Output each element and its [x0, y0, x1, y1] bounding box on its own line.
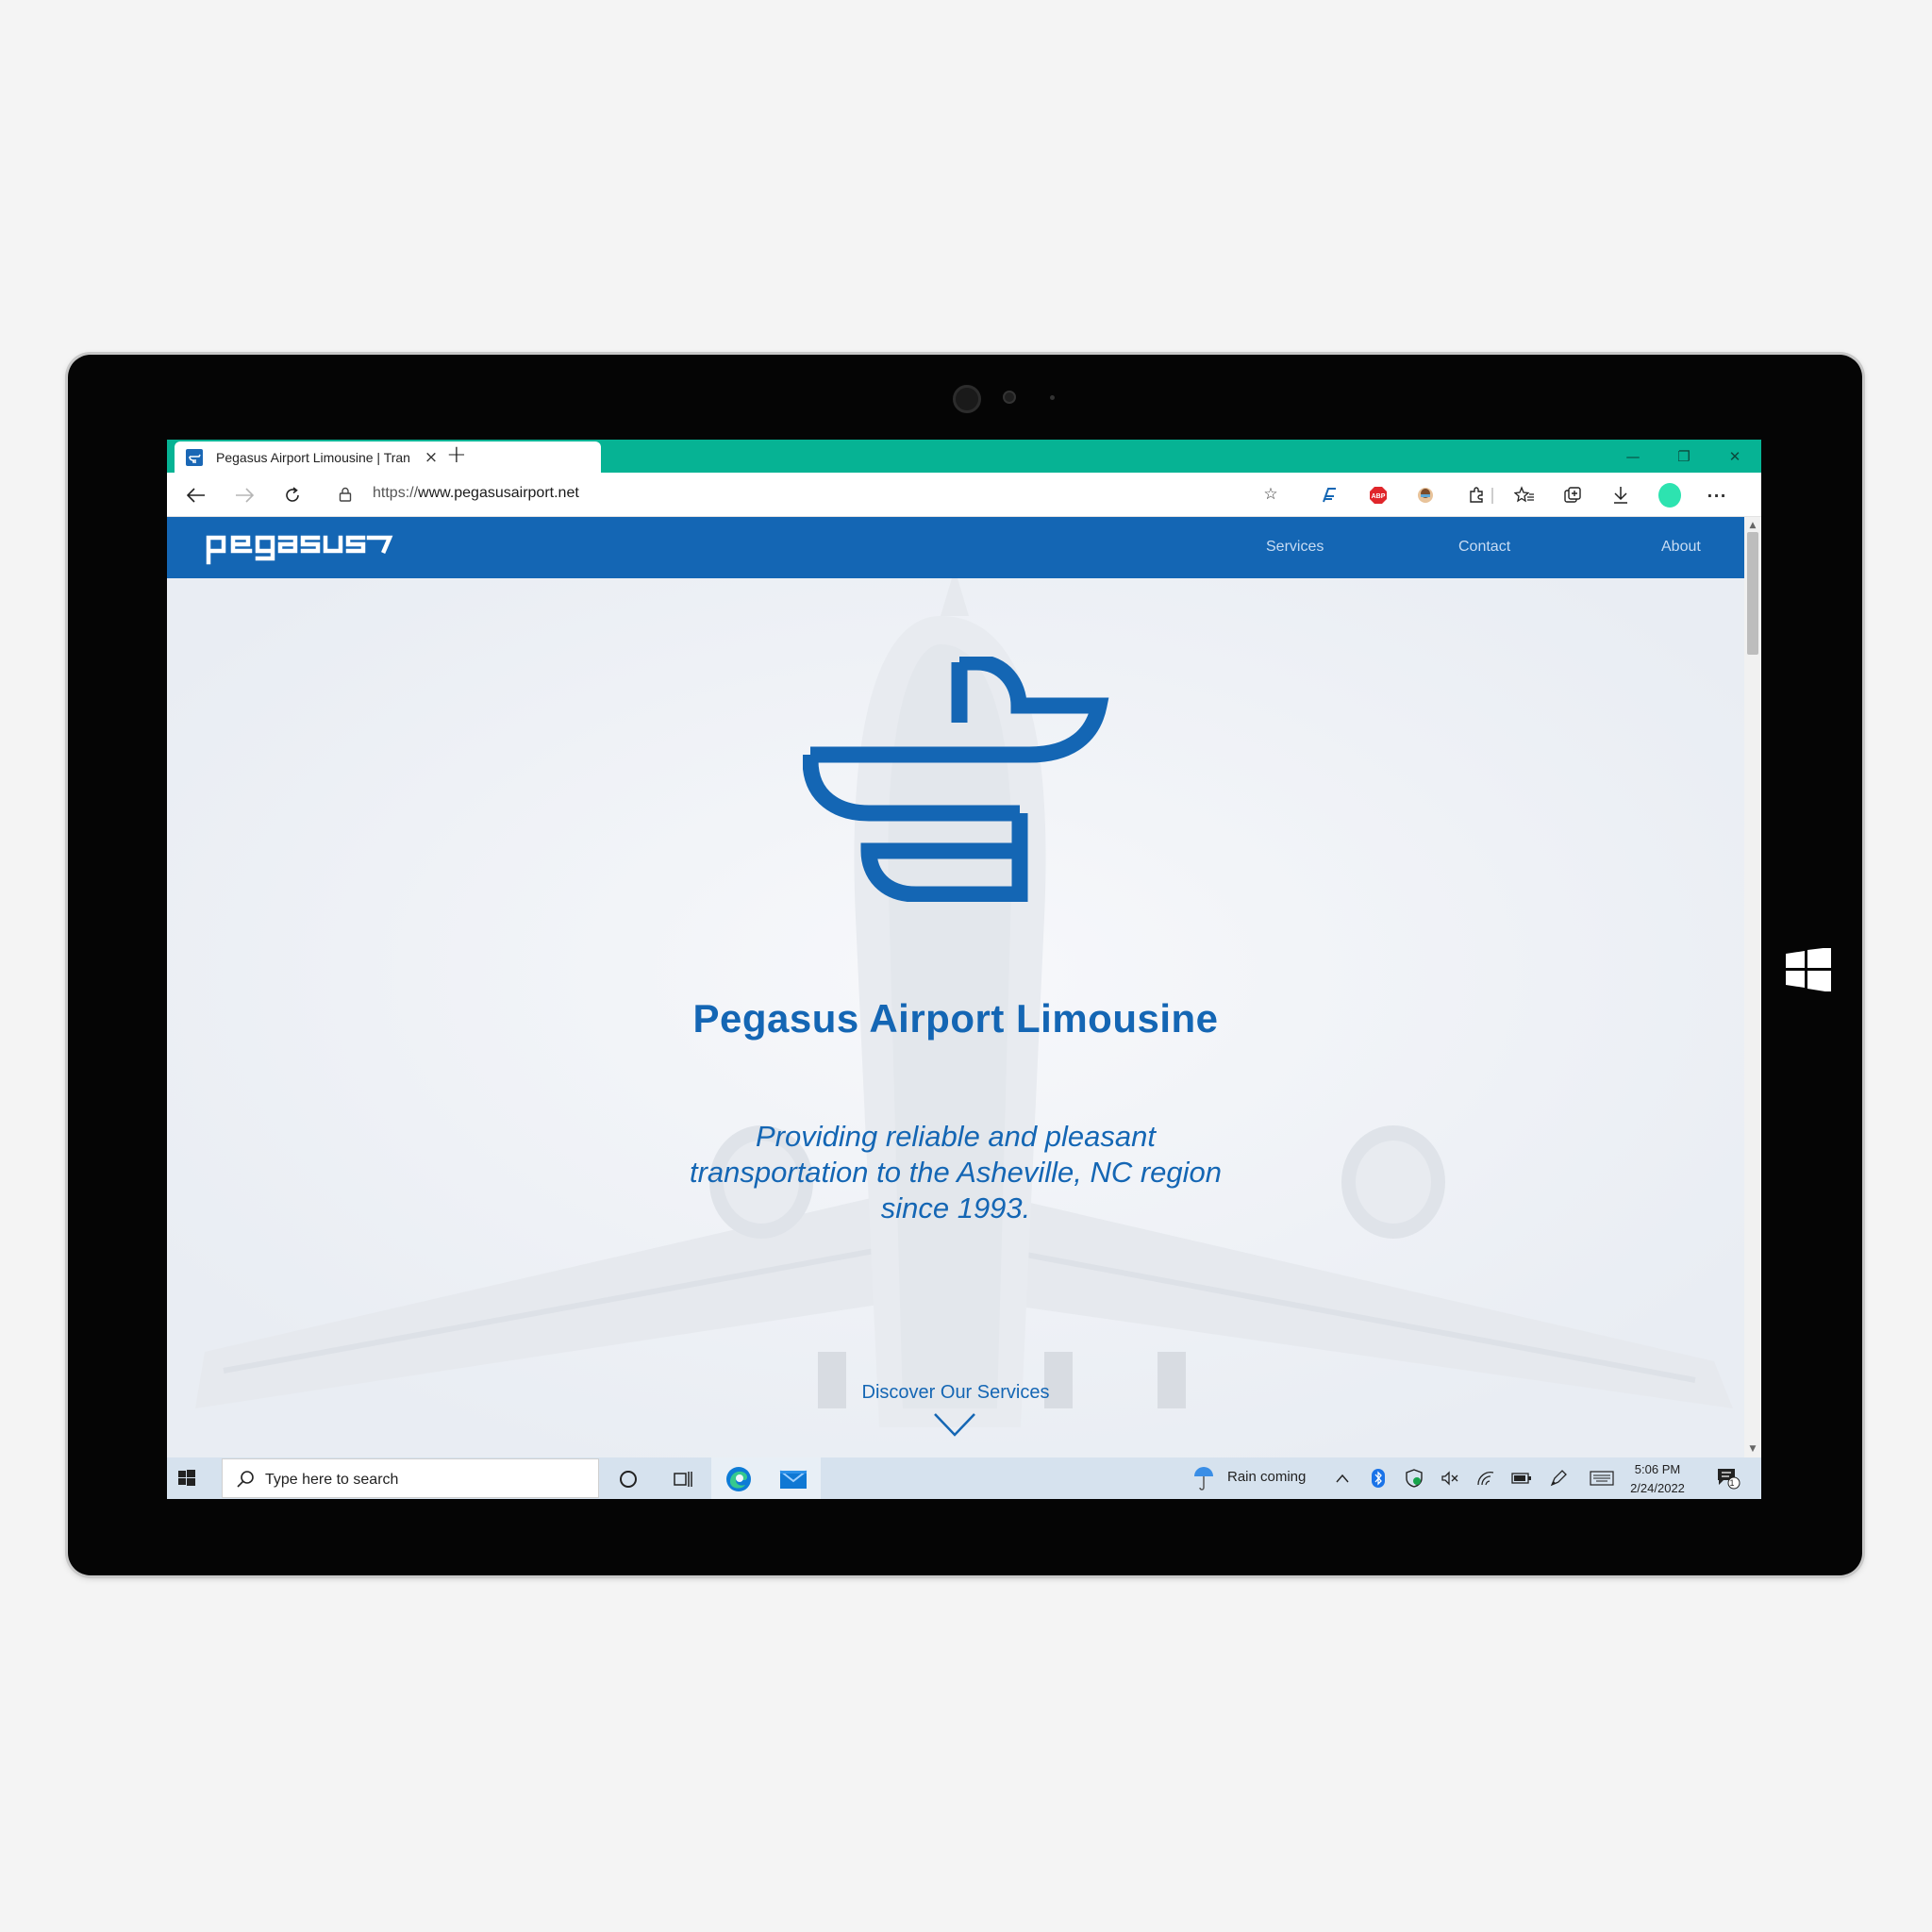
nav-link-about[interactable]: About [1661, 539, 1701, 556]
camera-icon [953, 385, 981, 413]
volume-muted-icon[interactable] [1440, 1468, 1460, 1489]
action-center-icon[interactable]: 1 [1714, 1468, 1742, 1490]
refresh-button[interactable] [278, 481, 307, 509]
taskbar-search-box[interactable]: Type here to search [222, 1458, 599, 1498]
scroll-down-icon[interactable]: ▼ [1748, 1444, 1757, 1454]
close-window-button[interactable]: ✕ [1709, 440, 1760, 473]
arrow-right-icon [236, 488, 254, 503]
weather-text[interactable]: Rain coming [1227, 1469, 1306, 1485]
cortana-icon[interactable] [612, 1463, 644, 1495]
favorites-icon[interactable] [1513, 484, 1536, 507]
arrow-left-icon [187, 488, 205, 503]
security-shield-icon[interactable] [1404, 1468, 1424, 1489]
nav-link-services[interactable]: Services [1266, 539, 1324, 556]
battery-icon[interactable] [1511, 1468, 1532, 1489]
url-protocol: https:// [373, 485, 419, 501]
browser-tab-bar: Pegasus Airport Limousine | Tran × + — ❐… [167, 440, 1761, 473]
profile-extension-icon[interactable] [1414, 484, 1437, 507]
browser-toolbar: https://www.pegasusairport.net ☆ ABP | ·… [167, 473, 1761, 517]
chevron-down-icon[interactable] [933, 1411, 976, 1438]
scroll-up-icon[interactable]: ▲ [1748, 521, 1757, 530]
wifi-icon[interactable] [1475, 1468, 1496, 1489]
discover-services-link[interactable]: Discover Our Services [167, 1382, 1744, 1404]
site-favicon-icon [186, 448, 203, 466]
clock-date: 2/24/2022 [1630, 1481, 1685, 1495]
windows-hardware-button-icon[interactable] [1786, 948, 1831, 991]
forward-button[interactable] [230, 481, 258, 509]
svg-text:ABP: ABP [1372, 493, 1386, 500]
sensor-icon [1003, 391, 1016, 404]
back-button[interactable] [182, 481, 210, 509]
extensions-puzzle-icon[interactable] [1465, 484, 1488, 507]
url-text: https://www.pegasusairport.net [373, 485, 579, 502]
tab-close-button[interactable]: × [423, 448, 440, 467]
page-scrollbar[interactable]: ▲ ▼ [1744, 517, 1761, 1457]
windows-start-icon[interactable] [175, 1466, 199, 1491]
collections-icon[interactable] [1561, 484, 1584, 507]
profile-avatar[interactable] [1658, 483, 1681, 508]
refresh-icon [286, 487, 299, 502]
minimize-button[interactable]: — [1607, 440, 1658, 473]
nav-link-contact[interactable]: Contact [1458, 539, 1510, 556]
lock-icon [339, 487, 352, 502]
edge-browser-icon[interactable] [723, 1463, 755, 1495]
toolbar-divider: | [1490, 486, 1495, 505]
touch-keyboard-icon[interactable] [1589, 1468, 1615, 1489]
search-icon [237, 1471, 254, 1488]
adblock-extension-icon[interactable]: ABP [1367, 484, 1390, 507]
notification-badge: 1 [1729, 1478, 1735, 1488]
add-favorite-icon[interactable]: ☆ [1259, 483, 1282, 506]
search-placeholder: Type here to search [265, 1472, 399, 1488]
windows-taskbar: Type here to search Rain coming 5:06 PM … [167, 1457, 1761, 1499]
hero-title: Pegasus Airport Limousine [692, 996, 1219, 1041]
bluetooth-icon[interactable] [1368, 1468, 1389, 1489]
web-page: Services Contact About Pegasus Airport L… [167, 517, 1744, 1457]
url-host: www.pegasusairport.net [418, 485, 579, 501]
address-bar[interactable]: https://www.pegasusairport.net ☆ [325, 478, 1295, 510]
pegasus-bird-logo [803, 657, 1109, 902]
taskbar-clock[interactable]: 5:06 PM 2/24/2022 [1620, 1460, 1695, 1498]
site-header: Services Contact About [167, 517, 1744, 578]
weather-umbrella-icon[interactable] [1191, 1464, 1216, 1492]
sensor-dot-icon [1050, 395, 1055, 400]
pegasus-logo[interactable] [205, 525, 393, 570]
screen: Pegasus Airport Limousine | Tran × + — ❐… [167, 440, 1761, 1499]
new-tab-button[interactable]: + [446, 441, 467, 469]
tab-title: Pegasus Airport Limousine | Tran [216, 449, 409, 465]
task-view-icon[interactable] [667, 1463, 699, 1495]
ink-pen-extension-icon[interactable] [1319, 484, 1341, 507]
restore-button[interactable]: ❐ [1658, 440, 1709, 473]
hero-subtitle: Providing reliable and pleasant transpor… [689, 1120, 1223, 1224]
browser-tab[interactable]: Pegasus Airport Limousine | Tran × [175, 441, 601, 473]
chevron-up-icon[interactable] [1332, 1468, 1353, 1489]
scrollbar-thumb[interactable] [1747, 532, 1758, 655]
clock-time: 5:06 PM [1634, 1462, 1681, 1476]
more-menu-icon[interactable]: ··· [1706, 484, 1728, 507]
downloads-icon[interactable] [1609, 484, 1632, 507]
mail-app-icon[interactable] [777, 1463, 809, 1495]
pen-menu-icon[interactable] [1548, 1468, 1569, 1489]
